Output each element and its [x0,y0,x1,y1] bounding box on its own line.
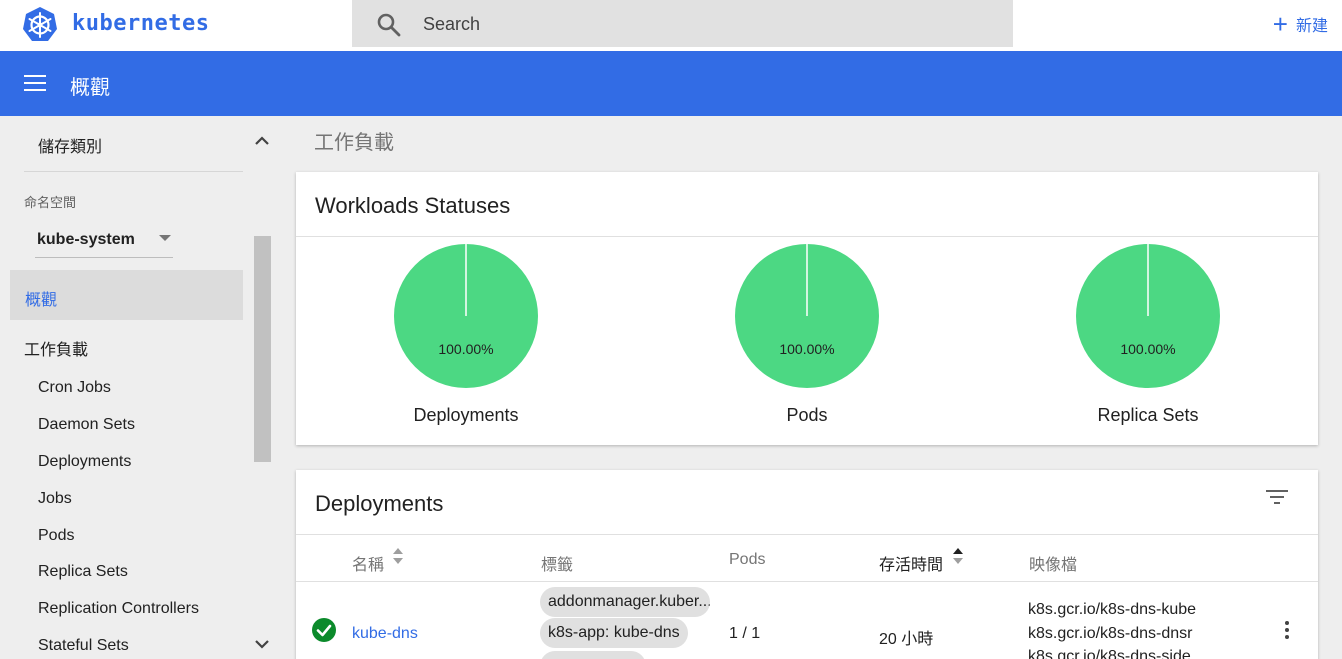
label-chip: k8s-app: kube-dns [540,618,688,648]
sidebar-item-jobs[interactable]: Jobs [38,490,72,508]
card-title: Workloads Statuses [315,193,511,218]
plus-icon: + [1272,9,1288,39]
column-age[interactable]: 存活時間 [879,551,943,575]
sidebar-divider [24,171,243,172]
chevron-down-icon[interactable] [254,638,270,650]
label-chip [540,651,646,659]
namespace-value: kube-system [37,231,135,248]
sidebar-item-daemon-sets[interactable]: Daemon Sets [38,416,135,434]
image-value: k8s.gcr.io/k8s-dns-side [1028,648,1191,659]
pie-name-deployments: Deployments [413,405,519,425]
pie-percent-label: 100.00% [779,341,835,357]
pie-name-replica-sets: Replica Sets [1097,405,1199,425]
sidebar-item-storage-class[interactable]: 儲存類別 [38,133,102,157]
pie-name-pods: Pods [786,405,828,425]
pie-percent-label: 100.00% [1120,341,1176,357]
sidebar-item-stateful-sets[interactable]: Stateful Sets [38,637,129,655]
table-header: 名稱 標籤 Pods 存活時間 映像檔 [296,535,1318,582]
sidebar-item-deployments[interactable]: Deployments [38,453,131,471]
card-title: Deployments [315,491,444,516]
sidebar: 儲存類別 命名空間 kube-system 概觀 工作負載 Cron Jobs … [0,116,272,659]
age-value: 20 小時 [879,631,934,648]
sort-icon[interactable] [393,547,403,565]
image-value: k8s.gcr.io/k8s-dns-kube [1028,601,1197,618]
workloads-statuses-card: Workloads Statuses 100.00% Deployments 1… [296,172,1318,445]
sidebar-item-replication-controllers[interactable]: Replication Controllers [38,600,199,618]
create-label: 新建 [1295,18,1328,35]
sidebar-item-workloads[interactable]: 工作負載 [24,336,88,360]
sidebar-scrollbar[interactable] [254,236,271,462]
sidebar-item-label: 概觀 [25,292,58,309]
sidebar-item-pods[interactable]: Pods [38,527,74,545]
namespace-label: 命名空間 [24,195,77,210]
check-circle-icon [312,618,336,642]
menu-icon[interactable] [24,75,46,91]
chevron-up-icon[interactable] [254,134,270,146]
namespace-select[interactable]: kube-system [35,225,173,258]
sidebar-item-replica-sets[interactable]: Replica Sets [38,563,128,581]
pie-percent-label: 100.00% [438,341,494,357]
page-header: 概觀 [0,51,1342,116]
column-images: 映像檔 [1029,557,1078,574]
column-pods: Pods [729,551,766,568]
sidebar-item-cron-jobs[interactable]: Cron Jobs [38,379,111,397]
pie-chart [394,244,538,388]
pie-chart [735,244,879,388]
brand-name[interactable]: kubernetes [72,11,209,36]
sidebar-item-overview[interactable]: 概觀 [10,270,243,320]
kubernetes-logo-icon[interactable] [20,5,60,45]
column-labels: 標籤 [541,557,574,574]
create-button[interactable]: + 新建 [1273,11,1328,37]
filter-icon[interactable] [1266,489,1288,505]
page-title: 概觀 [70,77,110,99]
card-header: Deployments [296,470,1318,535]
image-value: k8s.gcr.io/k8s-dns-dnsr [1028,625,1193,642]
search-input[interactable]: Search [423,14,480,35]
deployments-card: Deployments 名稱 標籤 Pods 存活時間 映像檔 kube-dns… [296,470,1318,659]
more-vert-icon[interactable] [1284,621,1290,641]
search-icon [377,13,401,37]
pods-count: 1 / 1 [729,625,761,642]
top-bar: kubernetes Search + 新建 [0,0,1342,51]
search-bar[interactable]: Search [352,0,1013,47]
dropdown-caret-icon [159,235,171,241]
table-row: kube-dns addonmanager.kuber... k8s-app: … [296,583,1318,659]
deployment-name-link[interactable]: kube-dns [352,625,418,643]
label-chip: addonmanager.kuber... [540,587,710,617]
card-header: Workloads Statuses [296,172,1318,237]
column-name[interactable]: 名稱 [352,551,384,575]
sort-icon[interactable] [953,547,963,565]
section-title: 工作負載 [314,132,394,154]
pie-chart [1076,244,1220,388]
